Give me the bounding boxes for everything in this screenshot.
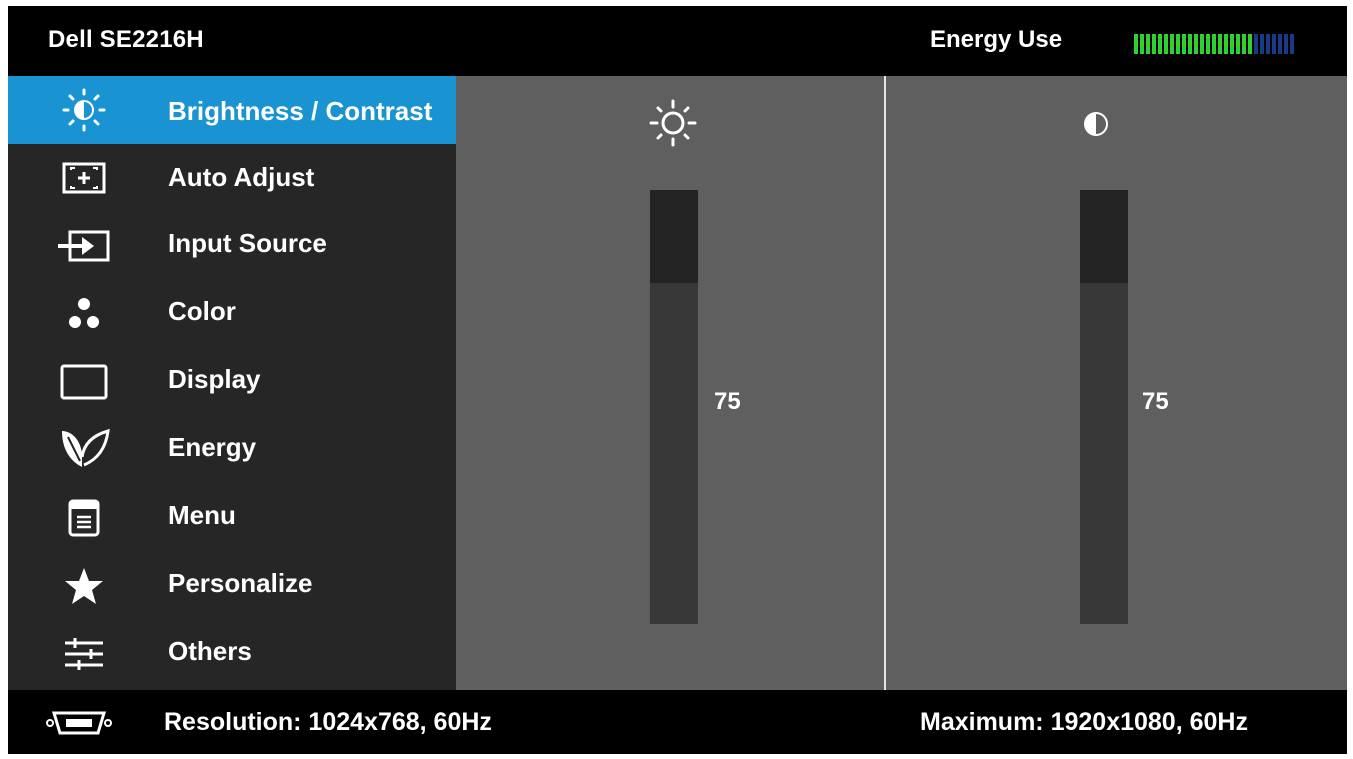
energy-meter-segment <box>1206 34 1210 54</box>
energy-meter-segment <box>1176 34 1180 54</box>
energy-meter-segment <box>1248 34 1252 54</box>
menu-item-label: Display <box>168 364 261 394</box>
energy-meter-segment <box>1272 34 1276 54</box>
menu-item-label: Energy <box>168 432 257 462</box>
contrast-slider-empty <box>1080 190 1128 283</box>
menu-item-label: Auto Adjust <box>168 162 315 192</box>
star-icon <box>56 566 112 606</box>
menu-item-label: Menu <box>168 500 236 530</box>
monitor-model: Dell SE2216H <box>48 26 204 53</box>
energy-meter-segment <box>1266 34 1270 54</box>
energy-meter-segment <box>1236 34 1240 54</box>
menu-item-others[interactable]: Others <box>8 620 456 688</box>
energy-meter-segment <box>1164 34 1168 54</box>
energy-meter-segment <box>1260 34 1264 54</box>
energy-meter-segment <box>1170 34 1174 54</box>
energy-meter-segment <box>1242 34 1246 54</box>
brightness-contrast-icon <box>56 88 112 132</box>
color-icon <box>56 294 112 334</box>
energy-meter-segment <box>1152 34 1156 54</box>
menu-item-color[interactable]: Color <box>8 280 456 348</box>
vga-connector-icon <box>46 711 112 735</box>
menu-item-label: Input Source <box>168 228 327 258</box>
energy-meter-segment <box>1230 34 1234 54</box>
contrast-icon <box>1084 112 1108 136</box>
brightness-value: 75 <box>714 388 741 415</box>
maximum-resolution: Maximum: 1920x1080, 60Hz <box>920 708 1248 736</box>
menu-icon <box>56 498 112 538</box>
osd-menu-sidebar: Brightness / Contrast Auto Adjust Input … <box>8 76 456 690</box>
brightness-slider[interactable] <box>650 190 698 624</box>
osd-header: Dell SE2216H Energy Use <box>8 6 1347 76</box>
energy-meter-segment <box>1284 34 1288 54</box>
energy-meter-segment <box>1188 34 1192 54</box>
contrast-column: 75 <box>886 76 1186 690</box>
energy-meter-segment <box>1290 34 1294 54</box>
menu-item-brightness-contrast[interactable]: Brightness / Contrast <box>8 76 456 144</box>
menu-item-label: Others <box>168 636 252 666</box>
energy-use-meter <box>1134 34 1344 54</box>
brightness-column: 75 <box>456 76 756 690</box>
menu-item-menu[interactable]: Menu <box>8 484 456 552</box>
energy-meter-segment <box>1158 34 1162 54</box>
menu-item-label: Color <box>168 296 236 326</box>
energy-meter-segment <box>1212 34 1216 54</box>
energy-meter-segment <box>1140 34 1144 54</box>
brightness-slider-empty <box>650 190 698 283</box>
menu-item-energy[interactable]: Energy <box>8 416 456 484</box>
energy-meter-segment <box>1194 34 1198 54</box>
energy-meter-segment <box>1146 34 1150 54</box>
contrast-value: 75 <box>1142 388 1169 415</box>
menu-item-label: Brightness / Contrast <box>168 96 433 126</box>
menu-item-personalize[interactable]: Personalize <box>8 552 456 620</box>
energy-use-label: Energy Use <box>930 26 1063 53</box>
sun-icon <box>649 99 697 147</box>
energy-meter-segment <box>1200 34 1204 54</box>
monitor-osd: Dell SE2216H Energy Use Brightness / Con <box>8 6 1347 754</box>
auto-adjust-icon <box>56 158 112 198</box>
osd-footer: Resolution: 1024x768, 60Hz Maximum: 1920… <box>8 690 1347 754</box>
energy-leaf-icon <box>56 428 112 468</box>
energy-meter-segment <box>1278 34 1282 54</box>
energy-meter-segment <box>1254 34 1258 54</box>
energy-meter-segment <box>1182 34 1186 54</box>
display-icon <box>56 362 112 402</box>
menu-item-label: Personalize <box>168 568 313 598</box>
energy-meter-segment <box>1134 34 1138 54</box>
current-resolution: Resolution: 1024x768, 60Hz <box>164 708 492 736</box>
energy-meter-segment <box>1218 34 1222 54</box>
contrast-slider[interactable] <box>1080 190 1128 624</box>
energy-meter-segment <box>1224 34 1228 54</box>
input-source-icon <box>56 226 112 266</box>
menu-item-display[interactable]: Display <box>8 348 456 416</box>
menu-item-auto-adjust[interactable]: Auto Adjust <box>8 144 456 212</box>
menu-item-input-source[interactable]: Input Source <box>8 212 456 280</box>
sliders-icon <box>56 634 112 674</box>
brightness-contrast-panel: 75 75 <box>456 76 1347 690</box>
